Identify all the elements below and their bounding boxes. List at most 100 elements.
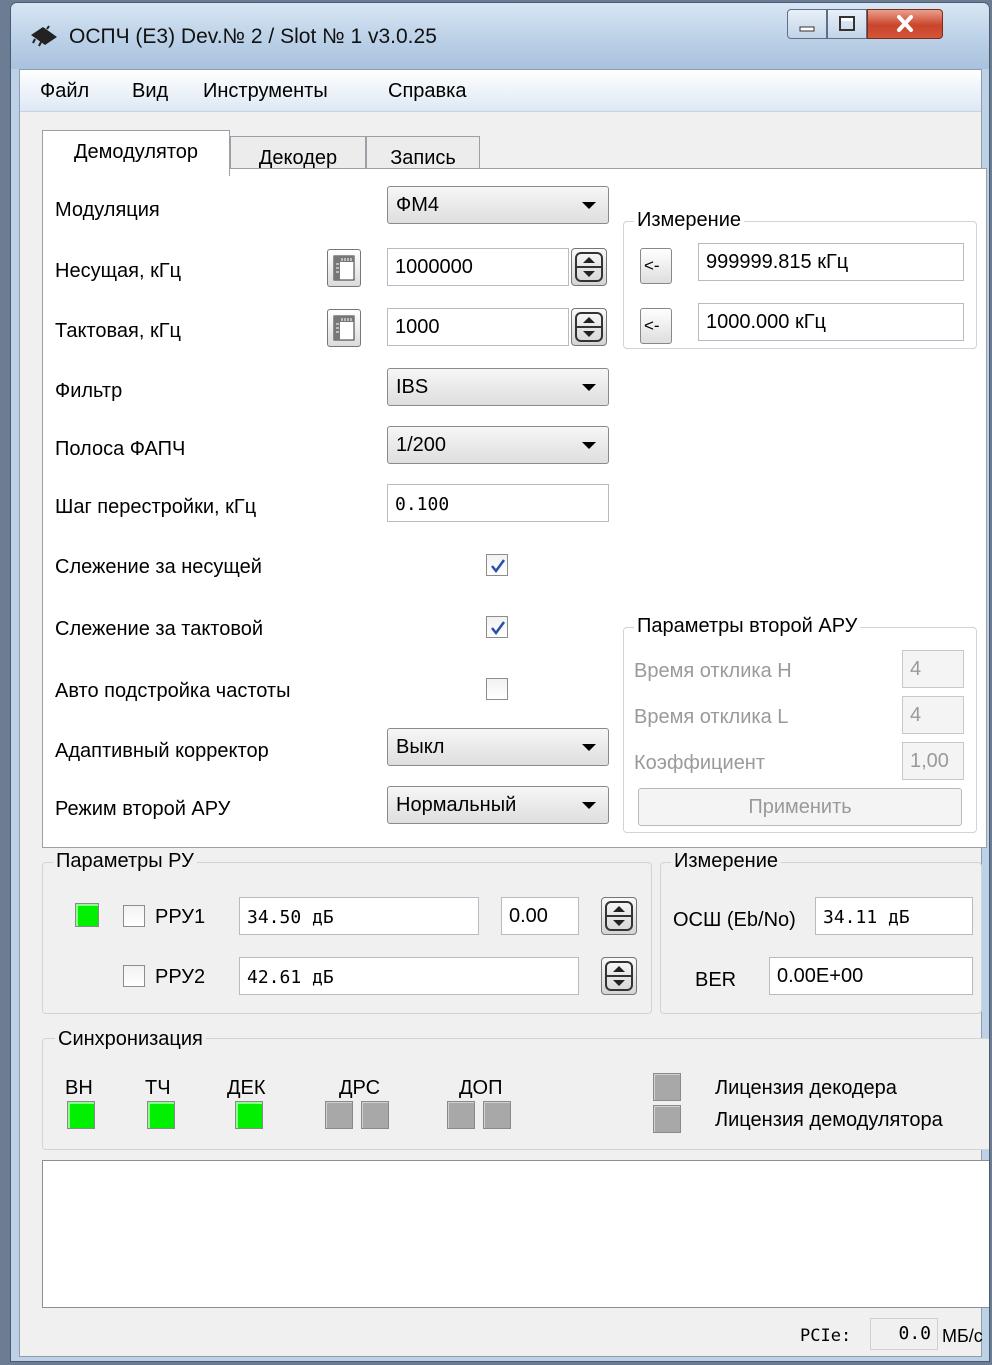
rru1-label: РРУ1 [155,906,206,928]
resp-l-label: Время отклика L [634,706,789,728]
modulation-select[interactable]: ФМ4 [387,186,609,224]
ruler-icon [333,255,355,281]
title-bar[interactable]: ОСПЧ (Е3) Dev.№ 2 / Slot № 1 v3.0.25 [11,3,989,69]
clock-track-label: Слежение за тактовой [55,618,264,640]
chevron-down-icon [582,202,596,209]
pcie-unit: МБ/с [942,1326,983,1346]
sync-drs-led-2 [361,1101,389,1129]
sync-tch-led [147,1101,175,1129]
minimize-button[interactable] [787,9,827,39]
snr-value: 34.11 дБ [815,897,973,935]
menu-tools[interactable]: Инструменты [203,80,328,103]
close-button[interactable] [867,9,943,39]
filter-value: IBS [396,376,429,398]
menu-view[interactable]: Вид [132,80,168,103]
resp-h-input[interactable]: 4 [902,650,964,688]
license-decoder-label: Лицензия декодера [715,1077,897,1099]
sync-drs-led-1 [325,1101,353,1129]
rru2-label: РРУ2 [155,966,206,988]
sync-group: Синхронизация ВН ТЧ ДЕК ДРС ДОП Лицензия… [42,1028,989,1150]
clock-input[interactable]: 1000 [387,308,569,346]
ru-params-group: Параметры РУ РРУ1 34.50 дБ 0.00 РРУ2 42.… [42,850,652,1014]
chevron-down-icon [582,744,596,751]
adaptive-eq-label: Адаптивный корректор [55,740,269,762]
sync-title: Синхронизация [55,1028,206,1051]
menu-help[interactable]: Справка [388,80,466,103]
license-demod-led [653,1105,681,1133]
adaptive-eq-select[interactable]: Выкл [387,728,609,766]
pll-band-label: Полоса ФАПЧ [55,438,186,460]
client-area: Файл Вид Инструменты Справка Демодулятор… [19,69,989,1357]
sync-vn-led [67,1101,95,1129]
adaptive-eq-value: Выкл [396,736,445,758]
ruler-icon [333,315,355,341]
measure-group-title: Измерение [634,209,745,232]
pll-band-select[interactable]: 1/200 [387,426,609,464]
filter-label: Фильтр [55,380,123,402]
app-window: ОСПЧ (Е3) Dev.№ 2 / Slot № 1 v3.0.25 Фай… [10,2,990,1362]
agc2-mode-select[interactable]: Нормальный [387,786,609,824]
window-title: ОСПЧ (Е3) Dev.№ 2 / Slot № 1 v3.0.25 [69,25,437,48]
clock-label: Тактовая, кГц [55,320,181,342]
apply-button[interactable]: Применить [638,788,962,826]
rru1-gain-input[interactable]: 0.00 [501,897,579,935]
coef-input[interactable]: 1,00 [902,742,964,780]
license-decoder-led [653,1073,681,1101]
menu-file[interactable]: Файл [40,80,89,103]
check-icon [491,559,506,574]
tune-step-input[interactable]: 0.100 [387,484,609,522]
resp-l-input[interactable]: 4 [902,696,964,734]
pcie-value: 0.0 [870,1318,938,1350]
carrier-ruler-button[interactable] [327,249,361,287]
ber-value: 0.00E+00 [769,957,973,995]
carrier-copy-button[interactable]: <- [640,248,672,284]
clock-stepper[interactable] [571,308,607,346]
filter-select[interactable]: IBS [387,368,609,406]
rru2-stepper[interactable] [601,957,637,995]
carrier-label: Несущая, кГц [55,260,182,282]
sync-drs-label: ДРС [339,1077,381,1099]
demodulator-panel: Модуляция ФМ4 Несущая, кГц 1000000 Такто… [42,168,987,848]
sync-tch-label: ТЧ [145,1077,171,1099]
pll-band-value: 1/200 [396,434,447,456]
agc2-params-title: Параметры второй АРУ [634,615,861,638]
resp-h-label: Время отклика Н [634,660,792,682]
clock-copy-button[interactable]: <- [640,308,672,344]
license-demod-label: Лицензия демодулятора [715,1109,943,1131]
stepper-icon [605,901,633,931]
carrier-input[interactable]: 1000000 [387,248,569,286]
snr-label: ОСШ (Eb/No) [673,909,796,931]
rru1-level: 34.50 дБ [239,897,479,935]
maximize-button[interactable] [827,9,867,39]
clock-measured-value: 1000.000 кГц [698,303,964,341]
chevron-down-icon [582,442,596,449]
tab-demodulator[interactable]: Демодулятор [42,130,230,176]
check-icon [491,621,506,636]
ru-params-title: Параметры РУ [53,850,197,873]
agc2-mode-value: Нормальный [396,794,517,816]
rru1-checkbox[interactable] [123,905,145,927]
auto-freq-checkbox[interactable] [486,678,508,700]
app-chip-icon [29,25,59,47]
carrier-stepper[interactable] [571,248,607,286]
sync-dop-led-1 [447,1101,475,1129]
modulation-label: Модуляция [55,199,160,221]
carrier-track-label: Слежение за несущей [55,556,262,578]
sync-vn-label: ВН [65,1077,93,1099]
pcie-label: PCIe: [800,1326,852,1346]
clock-ruler-button[interactable] [327,309,361,347]
rru1-stepper[interactable] [601,897,637,935]
chevron-down-icon [582,384,596,391]
tune-step-label: Шаг перестройки, кГц [55,496,257,518]
log-area[interactable] [42,1160,989,1308]
measure-bottom-group: Измерение ОСШ (Eb/No) 34.11 дБ BER 0.00E… [660,850,982,1014]
rru2-checkbox[interactable] [123,965,145,987]
sync-dek-led [235,1101,263,1129]
agc2-params-group: Параметры второй АРУ Время отклика Н 4 В… [623,615,977,833]
coef-label: Коэффициент [634,752,766,774]
rru2-level: 42.61 дБ [239,957,579,995]
carrier-track-checkbox[interactable] [486,554,508,576]
clock-track-checkbox[interactable] [486,616,508,638]
stepper-icon [575,312,603,342]
measure-group: Измерение <- 999999.815 кГц <- 1000.000 … [623,209,977,349]
